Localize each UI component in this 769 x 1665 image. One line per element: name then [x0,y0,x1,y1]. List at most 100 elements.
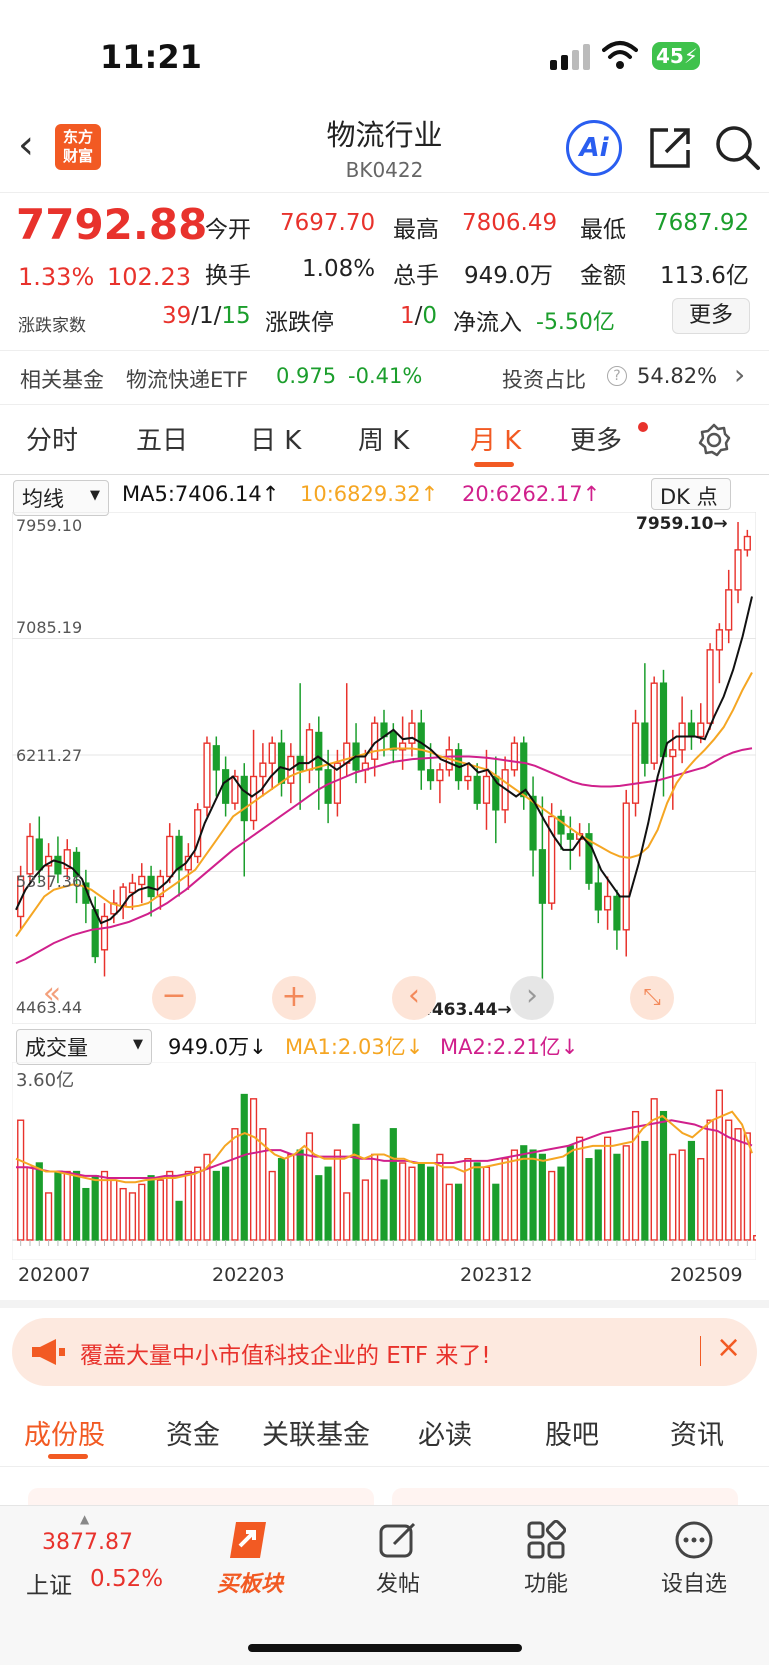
scroll-left-button[interactable]: ‹ [392,976,436,1020]
y-tick-3: 5337.36 [16,872,83,891]
tab-more[interactable]: 更多 [570,420,622,457]
more-quote-button[interactable]: 更多 [672,298,750,334]
netflow-value: -5.50亿 [536,310,615,335]
ai-button[interactable]: Ai [566,120,622,176]
candle-body [417,722,425,771]
close-banner-icon[interactable]: × [716,1330,741,1365]
tab-intraday[interactable]: 分时 [26,420,78,457]
volume-label: 总手 [393,263,439,289]
share-icon[interactable] [648,126,692,170]
tab-monthly-k[interactable]: 月 K [470,420,521,457]
volume-bar [138,1183,146,1241]
candle-body [268,742,276,764]
scroll-left-fast-icon[interactable]: « [30,976,74,1020]
search-icon[interactable] [714,124,760,172]
buy-sector-icon[interactable] [226,1520,272,1560]
tab-funds-flow[interactable]: 资金 [166,1413,220,1452]
tab-five-day[interactable]: 五日 [136,420,188,457]
scroll-right-button[interactable]: › [510,976,554,1020]
functions-grid-icon[interactable] [526,1520,566,1560]
volume-bar [697,1158,705,1241]
tab-weekly-k[interactable]: 周 K [358,420,409,457]
volume-bar [333,1149,342,1241]
index-percent[interactable]: 0.52% [90,1566,163,1592]
cellular-signal-icon [550,44,590,70]
y-tick-1: 7085.19 [16,618,83,637]
volume-bar [380,1179,388,1241]
volume-bar [240,1093,248,1241]
fund-label: 相关基金 [20,368,104,392]
candle-body [277,742,286,784]
candle-body [687,722,696,738]
volume-indicator-select[interactable]: 成交量 ▼ [16,1029,152,1065]
volume-bar [343,1192,351,1241]
candlestick-chart[interactable] [12,512,756,1024]
volume-bar [687,1140,696,1241]
volume-bar [249,1098,258,1241]
tab-constituents[interactable]: 成份股 [24,1413,105,1452]
index-value[interactable]: 3877.87 [42,1530,133,1555]
chevron-right-icon: › [734,358,746,391]
dock-add-watchlist[interactable]: 设自选 [644,1566,744,1598]
dock-functions[interactable]: 功能 [496,1566,596,1598]
megaphone-icon [32,1339,65,1365]
more-circle-icon[interactable] [674,1520,714,1560]
candle-body [725,589,733,631]
volume-bar [604,1136,612,1241]
volume-chart[interactable] [12,1062,756,1260]
high-value: 7806.49 [462,210,558,236]
related-fund-row[interactable]: 相关基金 物流快递ETF 0.975 -0.41% 投资占比 ? 54.82% … [0,352,769,402]
volume-bar [45,1192,53,1241]
compose-icon[interactable] [378,1520,418,1560]
volume-bar [315,1175,323,1241]
candle-body [315,731,323,771]
promo-banner[interactable]: 覆盖大量中小市值科技企业的 ETF 来了! × [12,1318,757,1386]
volume-bar [753,1235,756,1241]
candle-body [697,722,705,738]
candle-body [324,769,332,804]
volume-bar [622,1145,630,1241]
volume-value: 949.0万 [464,263,553,289]
x-tick-1: 202203 [212,1264,285,1286]
high-label: 最高 [393,217,439,243]
volume-bar [389,1128,397,1241]
volume-bar [82,1187,90,1241]
tab-must-read[interactable]: 必读 [418,1413,472,1452]
x-tick-0: 202007 [18,1264,91,1286]
volume-bar [426,1166,435,1241]
dock-buy-sector[interactable]: 买板块 [200,1566,300,1598]
fullscreen-icon[interactable]: ⤡ [630,976,674,1020]
tab-forum[interactable]: 股吧 [545,1413,599,1452]
candle-body [128,882,137,894]
volume-bar [501,1158,509,1241]
y-tick-2: 6211.27 [16,746,83,765]
indicator-select[interactable]: 均线 ▼ [13,480,109,516]
settings-gear-icon[interactable] [697,423,731,457]
volume-bar [147,1175,155,1241]
volume-bar [613,1153,621,1241]
limit-label: 涨跌停 [265,310,334,336]
ma10-legend: 10:6829.32↑ [300,482,439,506]
volume-bar [715,1089,723,1241]
turnover-label: 换手 [205,263,251,289]
low-value: 7687.92 [654,210,750,236]
zoom-in-button[interactable]: + [272,976,316,1020]
dock-post[interactable]: 发帖 [348,1566,448,1598]
candle-body [715,629,723,651]
help-icon[interactable]: ? [607,366,627,386]
volume-bar [119,1187,127,1241]
dk-point-button[interactable]: DK 点 [651,478,731,510]
zoom-out-button[interactable]: − [152,976,196,1020]
tab-news[interactable]: 资讯 [670,1413,724,1452]
notification-dot [638,422,648,432]
open-value: 7697.70 [280,210,376,236]
volume-bar [128,1192,137,1241]
candle-body [203,742,211,808]
index-name[interactable]: 上证 [26,1566,72,1600]
tab-daily-k[interactable]: 日 K [250,420,301,457]
ratio-value: 54.82% [637,364,718,388]
updown-label: 涨跌家数 [18,316,86,336]
candle-body [222,769,230,804]
volume-bar [17,1119,25,1241]
tab-related-funds[interactable]: 关联基金 [262,1413,370,1452]
